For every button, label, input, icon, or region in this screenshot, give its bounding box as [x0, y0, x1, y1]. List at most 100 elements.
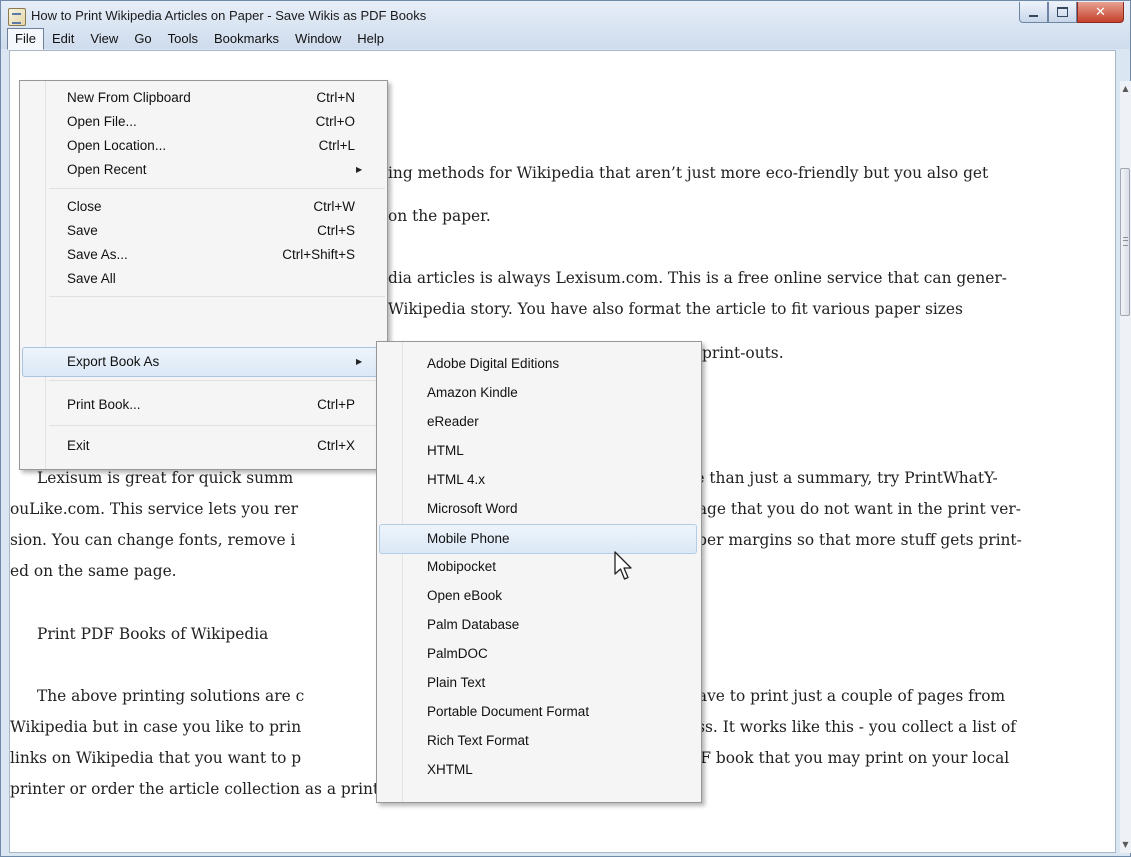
menu-item-label: eReader [427, 414, 479, 429]
vertical-scrollbar[interactable]: ▲ ▼ [1120, 81, 1131, 853]
menu-separator [49, 380, 385, 381]
menu-item-save-all[interactable]: Save All [23, 267, 381, 291]
scroll-up-icon[interactable]: ▲ [1120, 81, 1131, 97]
menu-item-label: Export Book As [67, 354, 160, 369]
menu-item-label: Open File... [67, 114, 137, 129]
menu-item-shortcut: Ctrl+Shift+S [282, 247, 355, 262]
article-heading: Print PDF Books of Wikipedia [37, 625, 269, 643]
export-item-palmdoc[interactable]: PalmDOC [380, 642, 696, 666]
menu-item-shortcut: Ctrl+O [315, 114, 355, 129]
menu-item-label: Save As... [67, 247, 128, 262]
grip-icon [1123, 237, 1128, 246]
article-line: Wikipedia but in case you like to prin [10, 718, 302, 736]
menu-item-label: New From Clipboard [67, 90, 191, 105]
menu-item-label: Plain Text [427, 675, 486, 690]
menu-item-open-file[interactable]: Open File... Ctrl+O [23, 110, 381, 134]
menu-item-export-book-as[interactable]: Export Book As ▶ [22, 347, 382, 377]
menu-item-shortcut: Ctrl+X [317, 438, 355, 453]
menu-item-label: XHTML [427, 762, 473, 777]
article-line: DF book that you may print on your local [688, 749, 1010, 767]
export-item-plain-text[interactable]: Plain Text [380, 671, 696, 695]
minimize-button[interactable] [1019, 2, 1048, 23]
menu-item-new-from-clipboard[interactable]: New From Clipboard Ctrl+N [23, 86, 381, 110]
menu-help[interactable]: Help [349, 28, 392, 50]
menu-bookmarks[interactable]: Bookmarks [206, 28, 287, 50]
article-line: have to print just a couple of pages fro… [688, 687, 1006, 705]
menu-bar: File Edit View Go Tools Bookmarks Window… [7, 28, 392, 50]
menu-edit[interactable]: Edit [44, 28, 82, 50]
menu-item-label: PalmDOC [427, 646, 488, 661]
menu-item-shortcut: Ctrl+N [316, 90, 355, 105]
export-item-mobipocket[interactable]: Mobipocket [380, 555, 696, 579]
menu-item-shortcut: Ctrl+S [317, 223, 355, 238]
window-title: How to Print Wikipedia Articles on Paper… [31, 8, 427, 23]
scroll-thumb[interactable] [1120, 168, 1130, 316]
article-line: links on Wikipedia that you want to p [10, 749, 302, 767]
article-line: on the paper. [388, 207, 491, 225]
export-item-html-4x[interactable]: HTML 4.x [380, 468, 696, 492]
article-line: sion. You can change fonts, remove i [10, 531, 296, 549]
menu-tools[interactable]: Tools [160, 28, 206, 50]
menu-item-label: HTML 4.x [427, 472, 486, 487]
article-line: ouLike.com. This service lets you rer [10, 500, 298, 518]
export-item-palm-database[interactable]: Palm Database [380, 613, 696, 637]
menu-separator [49, 188, 385, 189]
menu-item-open-location[interactable]: Open Location... Ctrl+L [23, 134, 381, 158]
menu-item-label: Open Recent [67, 162, 147, 177]
menu-item-label: Palm Database [427, 617, 520, 632]
menu-item-label: HTML [427, 443, 464, 458]
export-item-portable-document-format[interactable]: Portable Document Format [380, 700, 696, 724]
menu-item-label: Close [67, 199, 102, 214]
menu-item-shortcut: Ctrl+W [313, 199, 355, 214]
menu-item-label: Amazon Kindle [427, 385, 518, 400]
menu-item-shortcut: Ctrl+L [318, 138, 355, 153]
menu-window[interactable]: Window [287, 28, 349, 50]
export-item-open-ebook[interactable]: Open eBook [380, 584, 696, 608]
article-line: ed on the same page. [10, 562, 177, 580]
article-line: The above printing solutions are c [37, 687, 305, 705]
article-line: page that you do not want in the print v… [688, 500, 1021, 518]
minimize-icon [1029, 14, 1038, 17]
menu-item-open-recent[interactable]: Open Recent ▶ [23, 158, 381, 182]
file-menu: New From Clipboard Ctrl+N Open File... Ctr… [19, 80, 388, 470]
export-item-rich-text-format[interactable]: Rich Text Format [380, 729, 696, 753]
scroll-down-icon[interactable]: ▼ [1120, 837, 1131, 853]
menu-item-exit[interactable]: Exit Ctrl+X [23, 434, 381, 458]
export-item-adobe-digital-editions[interactable]: Adobe Digital Editions [380, 352, 696, 376]
window-controls: ✕ [1019, 2, 1124, 24]
export-item-mobile-phone[interactable]: Mobile Phone [379, 524, 697, 554]
menu-item-print-book[interactable]: Print Book... Ctrl+P [23, 393, 381, 417]
export-item-xhtml[interactable]: XHTML [380, 758, 696, 782]
export-item-microsoft-word[interactable]: Microsoft Word [380, 497, 696, 521]
menu-item-label: Open eBook [427, 588, 503, 603]
export-item-ereader[interactable]: eReader [380, 410, 696, 434]
maximize-icon [1057, 7, 1068, 17]
menu-separator [49, 296, 385, 297]
menu-item-label: Mobile Phone [427, 531, 510, 546]
menu-item-label: Print Book... [67, 397, 141, 412]
export-item-html[interactable]: HTML [380, 439, 696, 463]
article-line: re than just a summary, try PrintWhatY- [688, 469, 998, 487]
mouse-pointer-icon [614, 551, 632, 580]
menu-item-close[interactable]: Close Ctrl+W [23, 195, 381, 219]
article-line: Lexisum is great for quick summ [37, 469, 294, 487]
menu-view[interactable]: View [82, 28, 126, 50]
menu-item-label: Open Location... [67, 138, 167, 153]
menu-item-save[interactable]: Save Ctrl+S [23, 219, 381, 243]
menu-item-save-as[interactable]: Save As... Ctrl+Shift+S [23, 243, 381, 267]
export-submenu: Adobe Digital Editions Amazon Kindle eRe… [376, 341, 702, 803]
chevron-right-icon: ▶ [356, 165, 363, 174]
article-line: ess. It works like this - you collect a … [688, 718, 1016, 736]
article-line: dia articles is always Lexisum.com. This… [388, 269, 1007, 287]
maximize-button[interactable] [1048, 2, 1077, 23]
menu-item-label: Adobe Digital Editions [427, 356, 560, 371]
article-line: Wikipedia story. You have also format th… [388, 300, 963, 318]
export-item-amazon-kindle[interactable]: Amazon Kindle [380, 381, 696, 405]
menu-item-label: Save [67, 223, 98, 238]
menu-go[interactable]: Go [126, 28, 159, 50]
menu-item-label: Portable Document Format [427, 704, 590, 719]
close-button[interactable]: ✕ [1077, 2, 1124, 23]
menu-separator [49, 425, 385, 426]
document-icon [8, 8, 26, 26]
menu-file[interactable]: File [7, 28, 44, 50]
